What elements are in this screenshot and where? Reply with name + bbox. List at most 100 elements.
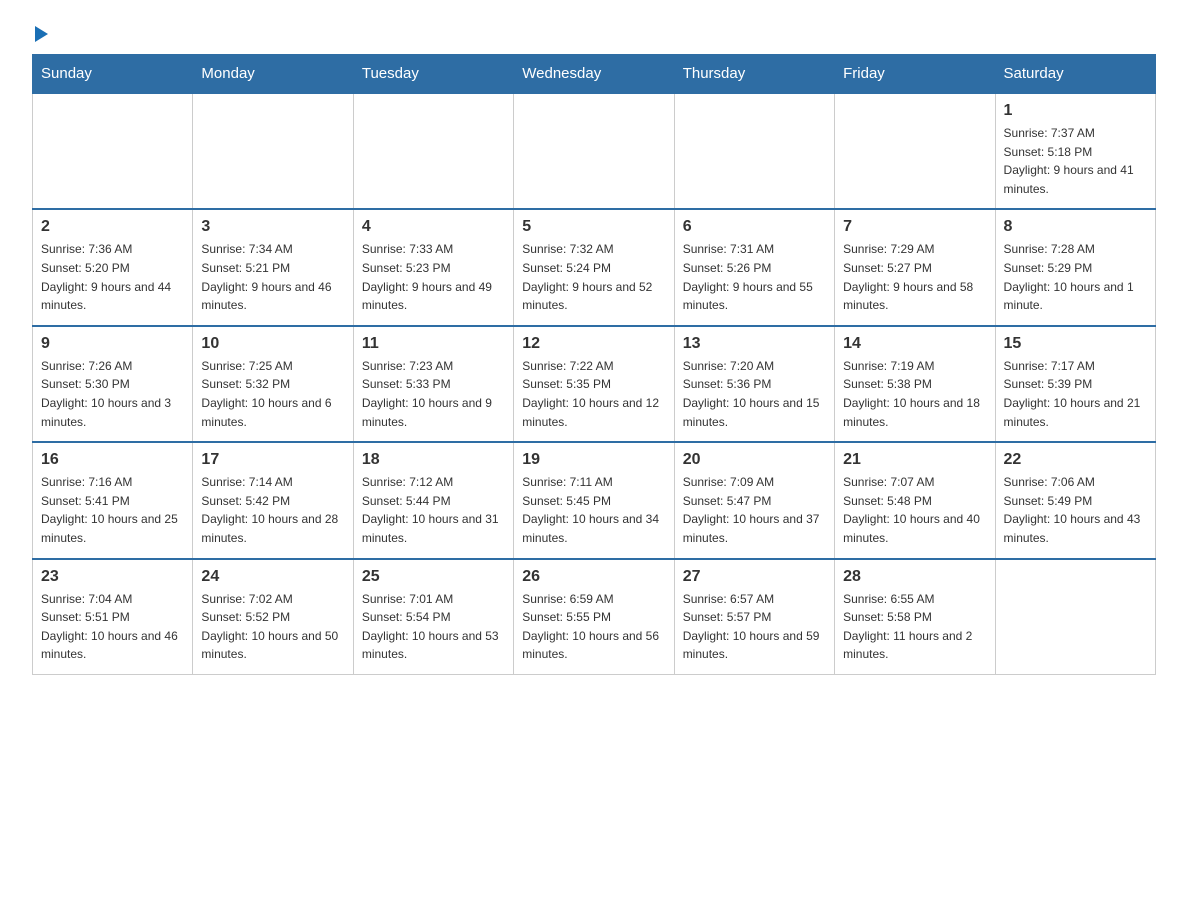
day-info: Sunrise: 7:14 AMSunset: 5:42 PMDaylight:… [201,473,344,547]
calendar-header-row: SundayMondayTuesdayWednesdayThursdayFrid… [33,55,1156,94]
week-row-4: 16 Sunrise: 7:16 AMSunset: 5:41 PMDayligh… [33,442,1156,558]
calendar-cell: 9 Sunrise: 7:26 AMSunset: 5:30 PMDaylight… [33,326,193,442]
day-info: Sunrise: 7:06 AMSunset: 5:49 PMDaylight:… [1004,473,1147,547]
day-number: 6 [683,218,826,236]
calendar-cell: 10 Sunrise: 7:25 AMSunset: 5:32 PMDayligh… [193,326,353,442]
day-number: 15 [1004,335,1147,353]
day-info: Sunrise: 7:01 AMSunset: 5:54 PMDaylight:… [362,590,505,664]
calendar-cell: 2 Sunrise: 7:36 AMSunset: 5:20 PMDaylight… [33,209,193,325]
calendar-cell: 12Sunrise: 7:22 AMSunset: 5:35 PMDayligh… [514,326,674,442]
day-number: 11 [362,335,505,353]
day-info: Sunrise: 7:04 AMSunset: 5:51 PMDaylight:… [41,590,184,664]
calendar-cell: 27 Sunrise: 6:57 AMSunset: 5:57 PMDayligh… [674,559,834,675]
calendar-cell: 17 Sunrise: 7:14 AMSunset: 5:42 PMDayligh… [193,442,353,558]
day-number: 21 [843,451,986,469]
day-info: Sunrise: 7:32 AMSunset: 5:24 PMDaylight:… [522,240,665,314]
calendar-cell: 7 Sunrise: 7:29 AMSunset: 5:27 PMDaylight… [835,209,995,325]
day-info: Sunrise: 7:23 AMSunset: 5:33 PMDaylight:… [362,357,505,431]
day-info: Sunrise: 7:26 AMSunset: 5:30 PMDaylight:… [41,357,184,431]
day-number: 9 [41,335,184,353]
day-info: Sunrise: 6:55 AMSunset: 5:58 PMDaylight:… [843,590,986,664]
calendar-cell: 23 Sunrise: 7:04 AMSunset: 5:51 PMDayligh… [33,559,193,675]
calendar-cell: 1 Sunrise: 7:37 AMSunset: 5:18 PMDaylight… [995,93,1155,209]
calendar-cell: 25 Sunrise: 7:01 AMSunset: 5:54 PMDayligh… [353,559,513,675]
weekday-header-monday: Monday [193,55,353,94]
calendar-cell [33,93,193,209]
calendar-table: SundayMondayTuesdayWednesdayThursdayFrid… [32,54,1156,675]
day-number: 26 [522,568,665,586]
logo-triangle-icon [35,26,48,42]
day-info: Sunrise: 7:28 AMSunset: 5:29 PMDaylight:… [1004,240,1147,314]
day-number: 5 [522,218,665,236]
weekday-header-wednesday: Wednesday [514,55,674,94]
day-number: 2 [41,218,184,236]
calendar-cell: 22 Sunrise: 7:06 AMSunset: 5:49 PMDayligh… [995,442,1155,558]
week-row-3: 9 Sunrise: 7:26 AMSunset: 5:30 PMDaylight… [33,326,1156,442]
calendar-cell [995,559,1155,675]
weekday-header-saturday: Saturday [995,55,1155,94]
day-info: Sunrise: 7:11 AMSunset: 5:45 PMDaylight:… [522,473,665,547]
calendar-cell: 20 Sunrise: 7:09 AMSunset: 5:47 PMDayligh… [674,442,834,558]
day-number: 7 [843,218,986,236]
calendar-cell: 26 Sunrise: 6:59 AMSunset: 5:55 PMDayligh… [514,559,674,675]
day-number: 25 [362,568,505,586]
week-row-1: 1 Sunrise: 7:37 AMSunset: 5:18 PMDaylight… [33,93,1156,209]
calendar-cell: 14 Sunrise: 7:19 AMSunset: 5:38 PMDayligh… [835,326,995,442]
day-number: 10 [201,335,344,353]
day-number: 13 [683,335,826,353]
calendar-cell: 8Sunrise: 7:28 AMSunset: 5:29 PMDaylight… [995,209,1155,325]
weekday-header-thursday: Thursday [674,55,834,94]
day-info: Sunrise: 7:37 AMSunset: 5:18 PMDaylight:… [1004,124,1147,198]
weekday-header-friday: Friday [835,55,995,94]
day-number: 23 [41,568,184,586]
calendar-cell: 13 Sunrise: 7:20 AMSunset: 5:36 PMDayligh… [674,326,834,442]
day-info: Sunrise: 7:16 AMSunset: 5:41 PMDaylight:… [41,473,184,547]
day-number: 18 [362,451,505,469]
day-info: Sunrise: 6:59 AMSunset: 5:55 PMDaylight:… [522,590,665,664]
calendar-cell [353,93,513,209]
day-number: 17 [201,451,344,469]
calendar-cell: 16 Sunrise: 7:16 AMSunset: 5:41 PMDayligh… [33,442,193,558]
day-info: Sunrise: 7:33 AMSunset: 5:23 PMDaylight:… [362,240,505,314]
day-number: 20 [683,451,826,469]
weekday-header-sunday: Sunday [33,55,193,94]
day-info: Sunrise: 6:57 AMSunset: 5:57 PMDaylight:… [683,590,826,664]
week-row-2: 2 Sunrise: 7:36 AMSunset: 5:20 PMDaylight… [33,209,1156,325]
day-number: 16 [41,451,184,469]
calendar-cell: 11 Sunrise: 7:23 AMSunset: 5:33 PMDayligh… [353,326,513,442]
calendar-cell: 18 Sunrise: 7:12 AMSunset: 5:44 PMDayligh… [353,442,513,558]
calendar-cell: 19 Sunrise: 7:11 AMSunset: 5:45 PMDayligh… [514,442,674,558]
day-info: Sunrise: 7:25 AMSunset: 5:32 PMDaylight:… [201,357,344,431]
logo [32,24,48,42]
day-number: 24 [201,568,344,586]
calendar-cell [674,93,834,209]
day-number: 27 [683,568,826,586]
day-info: Sunrise: 7:07 AMSunset: 5:48 PMDaylight:… [843,473,986,547]
calendar-cell: 24 Sunrise: 7:02 AMSunset: 5:52 PMDayligh… [193,559,353,675]
page-header [32,24,1156,42]
day-number: 19 [522,451,665,469]
day-info: Sunrise: 7:34 AMSunset: 5:21 PMDaylight:… [201,240,344,314]
day-info: Sunrise: 7:20 AMSunset: 5:36 PMDaylight:… [683,357,826,431]
day-number: 1 [1004,102,1147,120]
calendar-cell [835,93,995,209]
calendar-cell: 5 Sunrise: 7:32 AMSunset: 5:24 PMDaylight… [514,209,674,325]
calendar-cell [193,93,353,209]
day-number: 22 [1004,451,1147,469]
day-info: Sunrise: 7:02 AMSunset: 5:52 PMDaylight:… [201,590,344,664]
calendar-cell: 21 Sunrise: 7:07 AMSunset: 5:48 PMDayligh… [835,442,995,558]
day-number: 14 [843,335,986,353]
day-number: 3 [201,218,344,236]
day-info: Sunrise: 7:09 AMSunset: 5:47 PMDaylight:… [683,473,826,547]
weekday-header-tuesday: Tuesday [353,55,513,94]
calendar-cell [514,93,674,209]
day-info: Sunrise: 7:36 AMSunset: 5:20 PMDaylight:… [41,240,184,314]
day-info: Sunrise: 7:12 AMSunset: 5:44 PMDaylight:… [362,473,505,547]
week-row-5: 23 Sunrise: 7:04 AMSunset: 5:51 PMDayligh… [33,559,1156,675]
calendar-cell: 6Sunrise: 7:31 AMSunset: 5:26 PMDaylight… [674,209,834,325]
day-info: Sunrise: 7:29 AMSunset: 5:27 PMDaylight:… [843,240,986,314]
day-info: Sunrise: 7:22 AMSunset: 5:35 PMDaylight:… [522,357,665,431]
day-info: Sunrise: 7:19 AMSunset: 5:38 PMDaylight:… [843,357,986,431]
day-info: Sunrise: 7:17 AMSunset: 5:39 PMDaylight:… [1004,357,1147,431]
calendar-cell: 4Sunrise: 7:33 AMSunset: 5:23 PMDaylight… [353,209,513,325]
